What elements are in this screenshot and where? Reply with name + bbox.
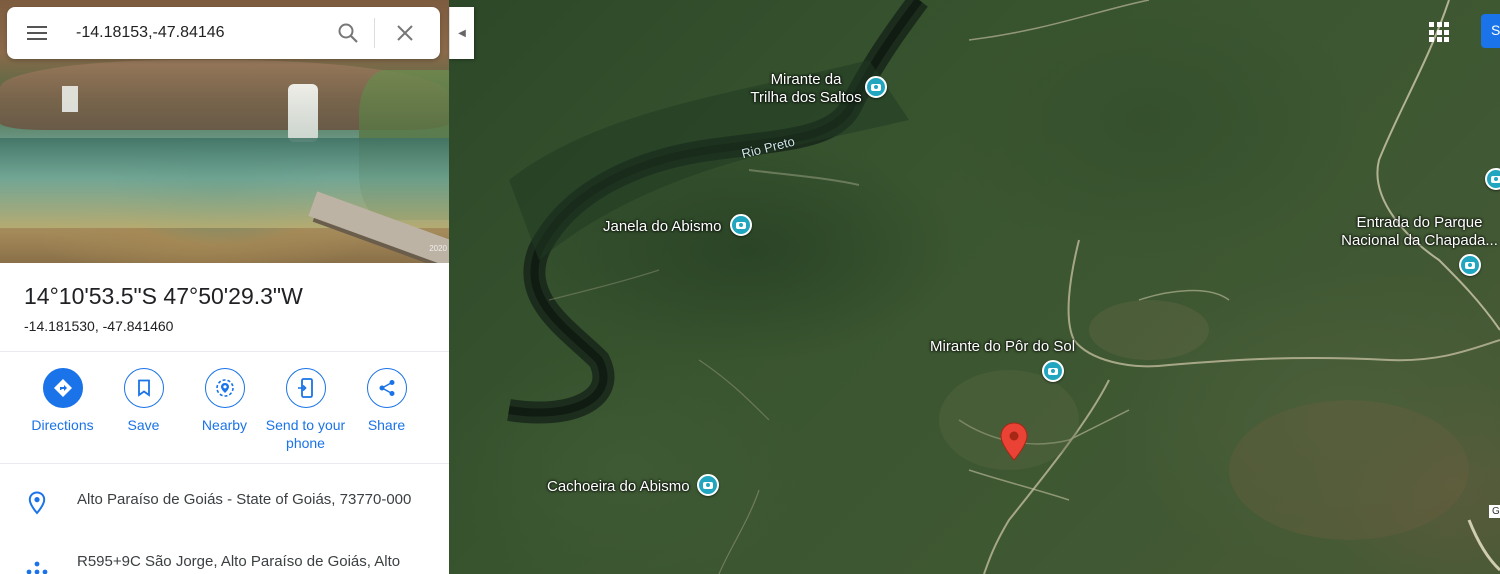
collapse-panel-button[interactable]: ◀ <box>449 7 474 59</box>
share-label: Share <box>367 417 406 433</box>
directions-button[interactable]: Directions <box>22 368 103 452</box>
satellite-map[interactable]: Mirante da Trilha dos Saltos Rio Preto J… <box>449 0 1500 574</box>
search-icon <box>338 23 358 43</box>
plus-code-icon <box>0 551 77 574</box>
camera-poi-icon[interactable] <box>1459 254 1481 276</box>
divider <box>0 463 449 464</box>
poi-label-janela-do-abismo[interactable]: Janela do Abismo <box>603 218 721 236</box>
search-divider <box>374 18 375 48</box>
poi-label-mirante-por-do-sol[interactable]: Mirante do Pôr do Sol <box>930 338 1075 356</box>
poi-label-mirante-trilha-saltos[interactable]: Mirante da Trilha dos Saltos <box>736 71 876 107</box>
save-button[interactable]: Save <box>103 368 184 452</box>
phone-icon <box>285 368 326 408</box>
nearby-icon <box>204 368 245 408</box>
save-label: Save <box>127 417 160 433</box>
location-pin-icon <box>0 489 77 515</box>
photo-small-falls <box>62 86 78 112</box>
photo-waterfall <box>288 84 318 142</box>
close-icon <box>397 25 413 41</box>
map-scale-fragment: G <box>1489 505 1500 518</box>
camera-poi-icon[interactable] <box>730 214 752 236</box>
search-button[interactable] <box>326 7 370 59</box>
chevron-left-icon: ◀ <box>458 27 466 39</box>
poi-label-cachoeira-do-abismo[interactable]: Cachoeira do Abismo <box>547 478 690 496</box>
share-icon <box>366 368 407 408</box>
directions-label: Directions <box>31 417 94 433</box>
action-buttons: Directions Save Nearby Send to your phon… <box>22 368 427 452</box>
search-box <box>7 7 440 59</box>
camera-poi-icon[interactable] <box>1485 168 1500 190</box>
location-marker-icon[interactable] <box>1000 422 1028 462</box>
share-button[interactable]: Share <box>346 368 427 452</box>
maps-app: Mirante da Trilha dos Saltos Rio Preto J… <box>0 0 1500 574</box>
hamburger-menu-icon[interactable] <box>7 7 67 59</box>
nearby-button[interactable]: Nearby <box>184 368 265 452</box>
search-input[interactable] <box>76 13 326 53</box>
divider <box>0 351 449 352</box>
send-to-phone-label: Send to your phone <box>265 417 346 451</box>
camera-poi-icon[interactable] <box>1042 360 1064 382</box>
nearby-label: Nearby <box>201 417 248 433</box>
photo-credit: 2020 <box>429 244 447 253</box>
decimal-coordinates: -14.181530, -47.841460 <box>24 318 174 334</box>
send-to-phone-button[interactable]: Send to your phone <box>265 368 346 452</box>
address-text: Alto Paraíso de Goiás - State of Goiás, … <box>77 491 412 508</box>
google-apps-icon[interactable] <box>1429 22 1449 42</box>
address-row[interactable]: Alto Paraíso de Goiás - State of Goiás, … <box>0 489 449 515</box>
side-panel: 2020 14°10'53.5"S 47°50'29.3"W -14.18153… <box>0 0 449 574</box>
clear-search-button[interactable] <box>379 7 431 59</box>
sign-in-button[interactable]: S <box>1481 14 1500 48</box>
camera-poi-icon[interactable] <box>865 76 887 98</box>
directions-icon <box>42 368 83 408</box>
plus-code-text: R595+9C São Jorge, Alto Paraíso de Goiás… <box>77 553 401 570</box>
plus-code-row[interactable]: R595+9C São Jorge, Alto Paraíso de Goiás… <box>0 551 449 574</box>
page-title: 14°10'53.5"S 47°50'29.3"W <box>24 283 303 309</box>
bookmark-icon <box>123 368 164 408</box>
poi-label-entrada-parque[interactable]: Entrada do Parque Nacional da Chapada... <box>1337 214 1500 250</box>
camera-poi-icon[interactable] <box>697 474 719 496</box>
